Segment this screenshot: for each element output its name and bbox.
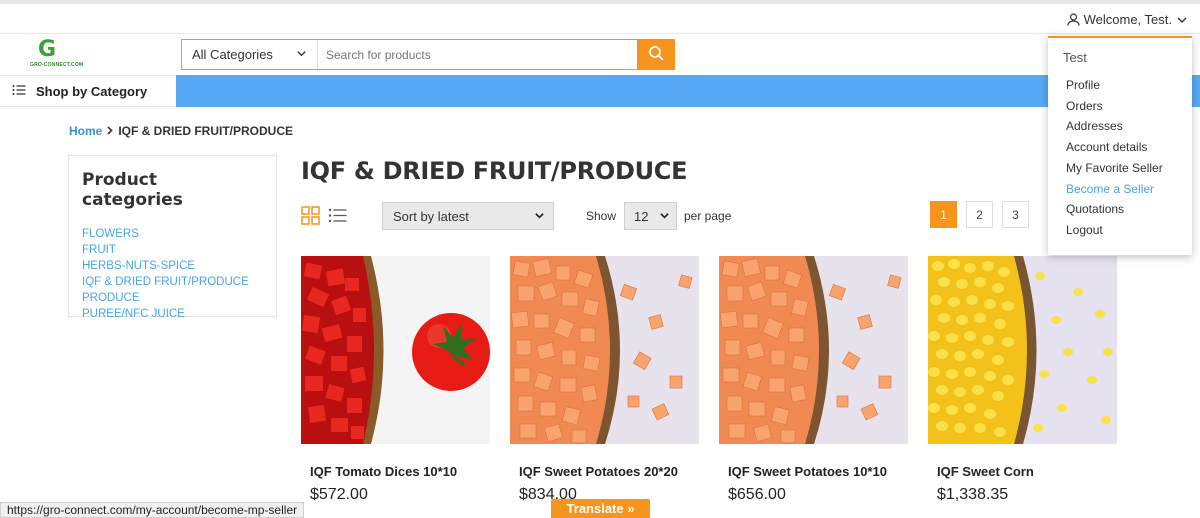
category-link-iqf-dried[interactable]: IQF & DRIED FRUIT/PRODUCE [82, 274, 263, 290]
search-input[interactable] [318, 40, 637, 69]
per-page-select[interactable]: 12 [624, 202, 677, 230]
product-name[interactable]: IQF Tomato Dices 10*10 [301, 464, 490, 479]
account-menu-list: Profile Orders Addresses Account details… [1048, 75, 1192, 241]
translate-button[interactable]: Translate » [551, 499, 650, 518]
product-image-tomato[interactable] [301, 256, 490, 444]
per-page-label: per page [684, 209, 732, 223]
chevron-down-icon [659, 209, 670, 224]
product-price: $572.00 [310, 486, 368, 503]
sidebar-title: Product categories [82, 170, 183, 210]
category-link-herbs-nuts-spice[interactable]: HERBS-NUTS-SPICE [82, 258, 263, 274]
user-icon [1067, 13, 1080, 26]
menu-item-account-details[interactable]: Account details [1048, 137, 1192, 158]
menu-list-icon [12, 84, 26, 99]
product-grid: IQF Tomato Dices 10*10 $572.00 IQF Sweet… [301, 256, 1117, 504]
welcome-text: Welcome, Test. [1083, 12, 1172, 27]
main-nav-bar: Shop by Category [0, 75, 1200, 107]
product-card[interactable]: IQF Sweet Potatoes 20*20 $834.00 [510, 256, 699, 504]
menu-item-favorite-seller[interactable]: My Favorite Seller [1048, 158, 1192, 179]
chevron-down-icon [296, 47, 307, 62]
header: G GRO-CONNECT.COM All Categories [0, 34, 1200, 75]
product-card[interactable]: IQF Tomato Dices 10*10 $572.00 [301, 256, 490, 504]
product-name[interactable]: IQF Sweet Potatoes 20*20 [510, 464, 699, 479]
category-link-produce[interactable]: PRODUCE [82, 290, 263, 306]
category-link-flowers[interactable]: FLOWERS [82, 226, 263, 242]
product-name[interactable]: IQF Sweet Potatoes 10*10 [719, 464, 908, 479]
sort-select-value: Sort by latest [393, 208, 469, 224]
product-image-sweet-potato[interactable] [510, 256, 699, 444]
page-button-3[interactable]: 3 [1002, 201, 1029, 228]
site-logo[interactable]: G GRO-CONNECT.COM [30, 37, 84, 72]
product-image-sweet-potato[interactable] [719, 256, 908, 444]
per-page-value: 12 [634, 208, 649, 224]
product-price: $656.00 [728, 486, 786, 503]
product-categories-widget: Product categories FLOWERS FRUIT HERBS-N… [68, 155, 277, 320]
account-toggle[interactable]: Welcome, Test. [1067, 12, 1188, 27]
product-card[interactable]: IQF Sweet Corn $1,338.35 [928, 256, 1117, 504]
category-select-value: All Categories [192, 47, 273, 62]
category-list: FLOWERS FRUIT HERBS-NUTS-SPICE IQF & DRI… [82, 226, 263, 322]
breadcrumb-current: IQF & DRIED FRUIT/PRODUCE [118, 124, 294, 138]
product-image-sweet-corn[interactable] [928, 256, 1117, 444]
list-view-icon[interactable] [328, 206, 347, 230]
menu-item-become-seller[interactable]: Become a Seller [1048, 179, 1192, 200]
chevron-down-icon [1176, 14, 1188, 26]
page-button-2[interactable]: 2 [966, 201, 993, 228]
account-dropdown-menu: Test Profile Orders Addresses Account de… [1048, 36, 1192, 255]
page-button-1[interactable]: 1 [930, 201, 957, 228]
shop-by-category-button[interactable]: Shop by Category [0, 75, 176, 107]
menu-item-addresses[interactable]: Addresses [1048, 116, 1192, 137]
category-select[interactable]: All Categories [182, 40, 318, 69]
menu-item-quotations[interactable]: Quotations [1048, 199, 1192, 220]
breadcrumb: Home IQF & DRIED FRUIT/PRODUCE [69, 124, 293, 138]
category-link-fruit[interactable]: FRUIT [82, 242, 263, 258]
menu-item-orders[interactable]: Orders [1048, 96, 1192, 117]
menu-item-profile[interactable]: Profile [1048, 75, 1192, 96]
sort-select[interactable]: Sort by latest [382, 202, 554, 230]
menu-item-logout[interactable]: Logout [1048, 220, 1192, 241]
chevron-right-icon [106, 124, 114, 138]
logo-mark: G [38, 37, 57, 62]
pagination: 1 2 3 [930, 201, 1029, 228]
search-icon [648, 45, 664, 64]
search-bar: All Categories [181, 39, 675, 70]
shop-toolbar: Sort by latest Show 12 per page 1 2 3 [301, 200, 1061, 231]
account-menu-header: Test [1063, 50, 1087, 65]
browser-status-url: https://gro-connect.com/my-account/becom… [0, 502, 305, 518]
breadcrumb-home[interactable]: Home [69, 124, 102, 138]
product-card[interactable]: IQF Sweet Potatoes 10*10 $656.00 [719, 256, 908, 504]
page-title: IQF & DRIED FRUIT/PRODUCE [301, 157, 688, 185]
grid-view-icon[interactable] [301, 206, 320, 230]
search-button[interactable] [637, 40, 674, 69]
chevron-down-icon [534, 209, 545, 224]
product-name[interactable]: IQF Sweet Corn [928, 464, 1117, 479]
category-link-puree-juice[interactable]: PUREE/NFC JUICE [82, 306, 263, 322]
show-label: Show [586, 209, 617, 223]
top-bar: Welcome, Test. [0, 0, 1200, 34]
logo-text: GRO-CONNECT.COM [30, 62, 84, 68]
product-price: $1,338.35 [937, 486, 1009, 503]
shop-by-category-label: Shop by Category [36, 83, 148, 99]
